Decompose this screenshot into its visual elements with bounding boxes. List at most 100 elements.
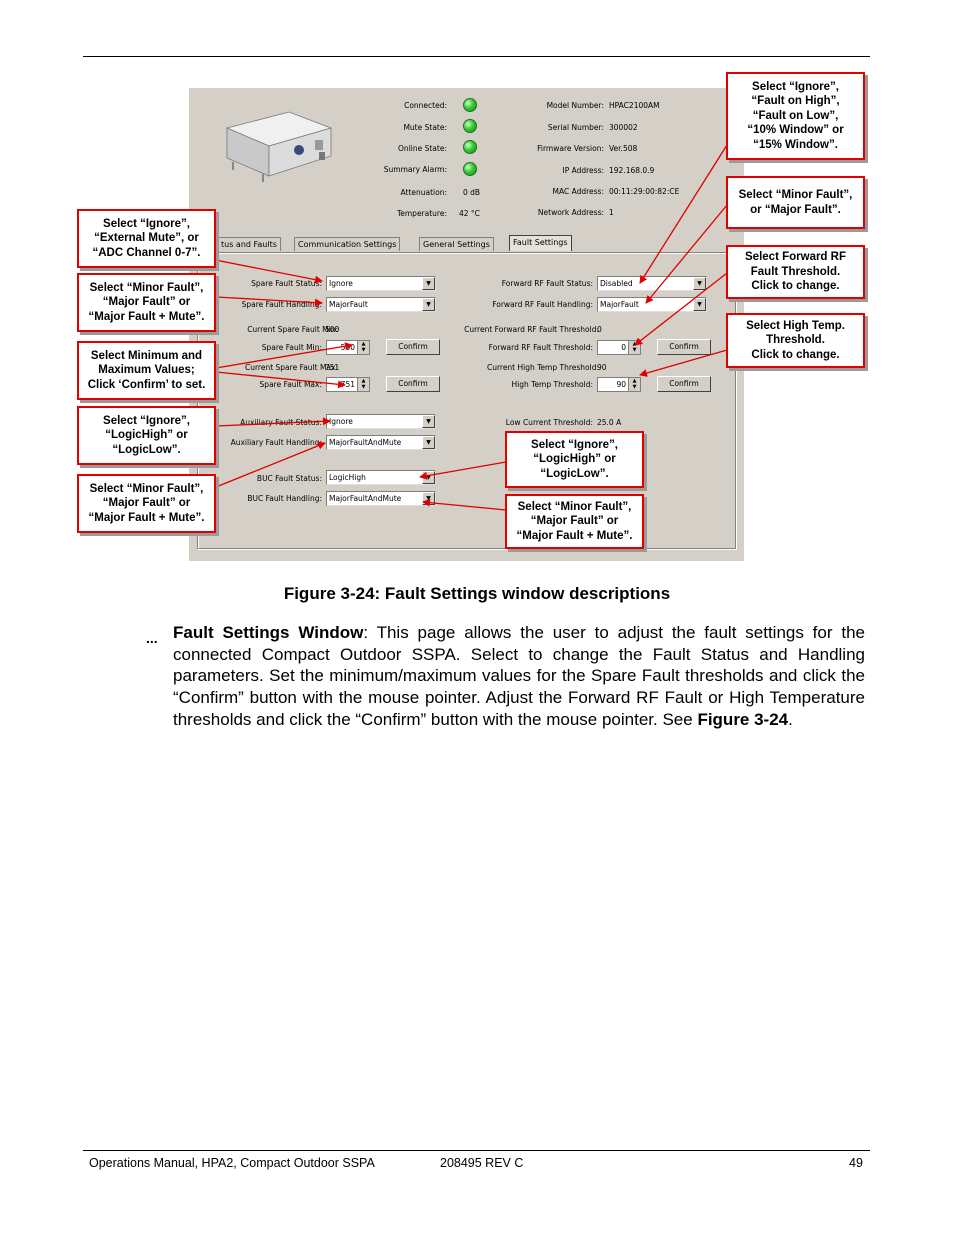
fwd-rf-threshold-label: Forward RF Fault Threshold: xyxy=(488,343,593,352)
footer-left: Operations Manual, HPA2, Compact Outdoor… xyxy=(89,1156,375,1170)
temperature-value: 42 °C xyxy=(459,209,480,218)
mute-state-led-icon xyxy=(463,119,477,133)
network-address-value: 1 xyxy=(609,208,614,217)
fwd-rf-threshold-confirm-button[interactable]: Confirm xyxy=(657,339,711,355)
fwd-rf-handling-value: MajorFault xyxy=(600,300,639,309)
footer-rule xyxy=(83,1150,870,1151)
high-temp-confirm-button[interactable]: Confirm xyxy=(657,376,711,392)
attenuation-value: 0 dB xyxy=(463,188,481,197)
high-temp-stepper[interactable]: 90 ▲ ▼ xyxy=(597,377,641,392)
callout-fwd-rf-handling: Select “Minor Fault”, or “Major Fault”. xyxy=(726,176,865,229)
fwd-rf-threshold-stepper[interactable]: 0 ▲ ▼ xyxy=(597,340,641,355)
summary-alarm-led-icon xyxy=(463,162,477,176)
chevron-down-icon: ▼ xyxy=(693,298,706,311)
buc-handling-select[interactable]: MajorFaultAndMute ▼ xyxy=(326,491,436,506)
fwd-rf-status-select[interactable]: Disabled ▼ xyxy=(597,276,707,291)
chevron-down-icon: ▼ xyxy=(422,492,435,505)
spare-fault-handling-select[interactable]: MajorFault ▼ xyxy=(326,297,436,312)
figure-caption: Figure 3-24: Fault Settings window descr… xyxy=(283,584,671,603)
low-current-label: Low Current Threshold: xyxy=(505,418,593,427)
spinner-arrows-icon[interactable]: ▲ ▼ xyxy=(628,378,640,391)
figure-reference: Figure 3-24 xyxy=(697,709,789,729)
summary-alarm-label: Summary Alarm: xyxy=(383,165,447,174)
chevron-down-icon: ▼ xyxy=(422,436,435,449)
ip-address-label: IP Address: xyxy=(562,166,604,175)
spare-fault-status-select[interactable]: Ignore ▼ xyxy=(326,276,436,291)
buc-handling-value: MajorFaultAndMute xyxy=(329,494,402,503)
tab-fault-settings[interactable]: Fault Settings xyxy=(509,235,572,251)
fwd-rf-status-label: Forward RF Fault Status: xyxy=(501,279,593,288)
spinner-arrows-icon[interactable]: ▲ ▼ xyxy=(357,378,369,391)
aux-status-label: Auxiliary Fault Status: xyxy=(240,418,322,427)
attenuation-label: Attenuation: xyxy=(400,188,448,197)
high-temp-label: High Temp Threshold: xyxy=(511,380,593,389)
network-address-label: Network Address: xyxy=(537,208,604,217)
spare-fault-handling-value: MajorFault xyxy=(329,300,368,309)
paragraph-end: . xyxy=(788,709,793,729)
callout-spare-handling: Select “Minor Fault”, “Major Fault” or “… xyxy=(77,273,216,332)
online-state-label: Online State: xyxy=(398,144,447,153)
connected-label: Connected: xyxy=(404,101,447,110)
callout-aux-handling: Select “Minor Fault”, “Major Fault” or “… xyxy=(77,474,216,533)
buc-status-select[interactable]: LogicHigh ▼ xyxy=(326,470,436,485)
firmware-version-label: Firmware Version: xyxy=(537,144,604,153)
low-current-value: 25.0 A xyxy=(597,418,622,427)
connected-led-icon xyxy=(463,98,477,112)
mac-address-label: MAC Address: xyxy=(552,187,605,196)
callout-high-temp: Select High Temp. Threshold. Click to ch… xyxy=(726,313,865,368)
spare-fault-status-label: Spare Fault Status: xyxy=(251,279,322,288)
buc-status-label: BUC Fault Status: xyxy=(256,474,322,483)
chevron-down-icon: ▼ xyxy=(422,471,435,484)
callout-buc-handling: Select “Minor Fault”, “Major Fault” or “… xyxy=(505,494,644,549)
aux-handling-value: MajorFaultAndMute xyxy=(329,438,402,447)
fwd-rf-handling-label: Forward RF Fault Handling: xyxy=(492,300,593,309)
spare-fault-min-confirm-button[interactable]: Confirm xyxy=(386,339,440,355)
spare-fault-max-label: Spare Fault Max: xyxy=(259,380,322,389)
spare-fault-min-label: Spare Fault Min: xyxy=(261,343,322,352)
serial-number-value: 300002 xyxy=(609,123,638,132)
spare-fault-min-stepper[interactable]: 500 ▲ ▼ xyxy=(326,340,370,355)
current-fwd-rf-threshold-value: 0 xyxy=(597,325,602,334)
current-spare-fault-min-value: 500 xyxy=(325,325,340,334)
callout-fwd-rf-status: Select “Ignore”, “Fault on High”, “Fault… xyxy=(726,72,865,160)
fwd-rf-status-value: Disabled xyxy=(600,279,633,288)
high-temp-value: 90 xyxy=(616,380,626,389)
tab-status-and-faults[interactable]: tus and Faults xyxy=(217,237,281,251)
aux-handling-label: Auxiliary Fault Handling: xyxy=(230,438,322,447)
chevron-down-icon: ▼ xyxy=(422,415,435,428)
aux-status-value: Ignore xyxy=(329,417,353,426)
spare-fault-max-stepper[interactable]: 751 ▲ ▼ xyxy=(326,377,370,392)
fwd-rf-handling-select[interactable]: MajorFault ▼ xyxy=(597,297,707,312)
current-fwd-rf-threshold-label: Current Forward RF Fault Threshold: xyxy=(464,325,599,334)
footer-page-number: 49 xyxy=(849,1156,863,1170)
callout-buc-status: Select “Ignore”, “LogicHigh” or “LogicLo… xyxy=(505,431,644,488)
tab-general-settings[interactable]: General Settings xyxy=(419,237,494,251)
spinner-arrows-icon[interactable]: ▲ ▼ xyxy=(628,341,640,354)
current-high-temp-value: 90 xyxy=(597,363,607,372)
spinner-arrows-icon[interactable]: ▲ ▼ xyxy=(357,341,369,354)
paragraph-title: Fault Settings Window xyxy=(173,623,364,642)
mac-address-value: 00:11:29:00:82:CE xyxy=(609,187,680,196)
current-spare-fault-max-value: 751 xyxy=(325,363,340,372)
aux-status-select[interactable]: Ignore ▼ xyxy=(326,414,436,429)
footer-center: 208495 REV C xyxy=(440,1156,524,1170)
model-number-value: HPAC2100AM xyxy=(609,101,660,110)
spare-fault-handling-label: Spare Fault Handling: xyxy=(241,300,322,309)
chevron-down-icon: ▼ xyxy=(422,277,435,290)
header-rule xyxy=(83,56,870,57)
ip-address-value: 192.168.0.9 xyxy=(609,166,655,175)
sspa-device-image xyxy=(225,111,333,182)
fwd-rf-threshold-value: 0 xyxy=(621,343,626,352)
current-high-temp-label: Current High Temp Threshold: xyxy=(486,363,599,372)
callout-spare-status: Select “Ignore”, “External Mute”, or “AD… xyxy=(77,209,216,268)
callout-min-max: Select Minimum and Maximum Values; Click… xyxy=(77,341,216,400)
online-state-led-icon xyxy=(463,140,477,154)
spare-fault-max-confirm-button[interactable]: Confirm xyxy=(386,376,440,392)
callout-aux-status: Select “Ignore”, “LogicHigh” or “LogicLo… xyxy=(77,406,216,465)
model-number-label: Model Number: xyxy=(546,101,604,110)
aux-handling-select[interactable]: MajorFaultAndMute ▼ xyxy=(326,435,436,450)
chevron-down-icon: ▼ xyxy=(422,298,435,311)
spare-fault-status-value: Ignore xyxy=(329,279,353,288)
tab-bar: tus and Faults Communication Settings Ge… xyxy=(189,235,744,252)
tab-communication-settings[interactable]: Communication Settings xyxy=(294,237,401,251)
